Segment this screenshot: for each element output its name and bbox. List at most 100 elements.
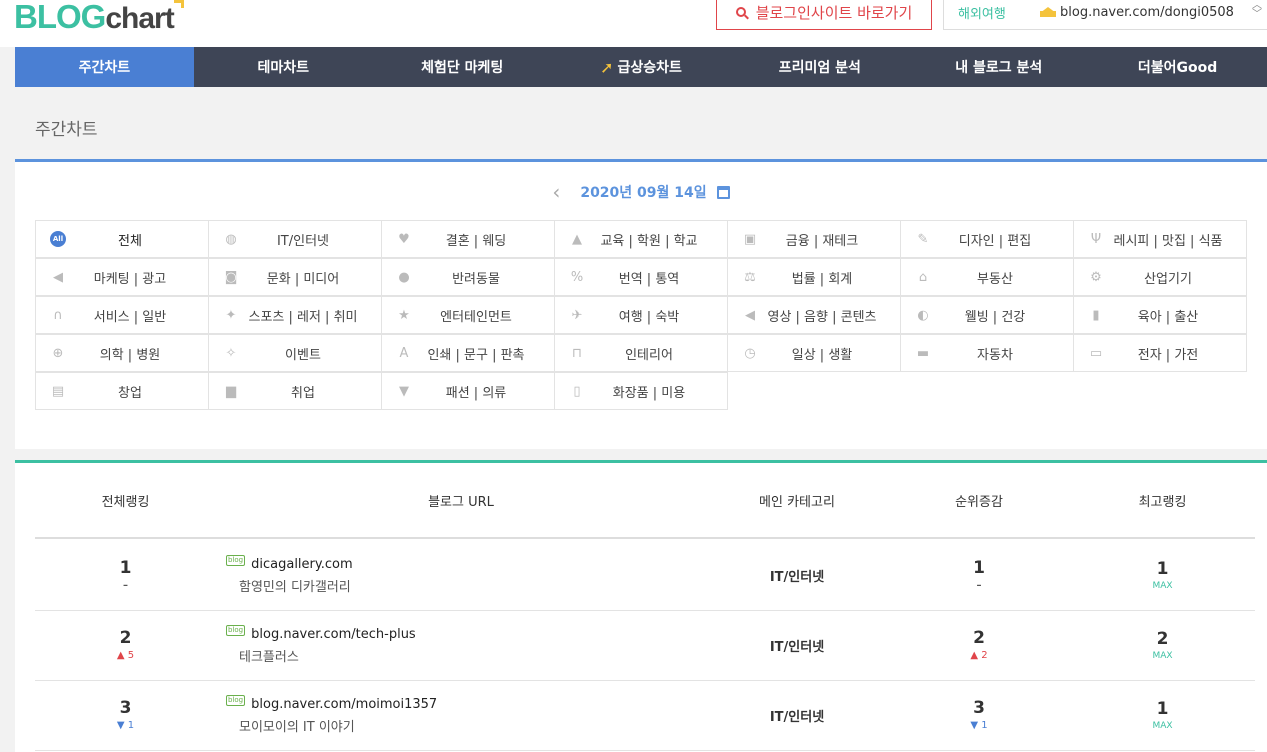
star-icon: ★ (398, 307, 410, 323)
category-item[interactable]: ▭ 전자 | 가전 (1073, 334, 1247, 372)
category-label: 자동차 (977, 347, 1013, 363)
best-rank: 1 MAX (1070, 700, 1255, 731)
category-row: ◀ 마케팅 | 광고 ◙ 문화 | 미디어 ● 반려동물% 번역 | 통역 ⚖ 법률 | 회계 ⌂… (35, 258, 1255, 296)
blog-url-link[interactable]: blog.naver.com/tech-plus (251, 627, 416, 642)
category-label: 반려동물 (452, 271, 500, 287)
heart-icon: ♥ (398, 231, 410, 247)
category-item[interactable]: ✧ 이벤트 (208, 334, 382, 372)
chevron-icon[interactable]: ︿ ﹀ (1252, 1, 1262, 20)
logo[interactable]: BLOGchart (14, 0, 184, 36)
category-label: 디자인 | 편집 (958, 233, 1032, 249)
category-item[interactable]: ♥ 결혼 | 웨딩 (381, 220, 555, 258)
category-item[interactable]: ▲ 교육 | 학원 | 학교 (554, 220, 728, 258)
nav-together-good[interactable]: 더불어Good (1088, 47, 1267, 87)
category-item[interactable]: All 전체 (35, 220, 209, 258)
table-row[interactable]: 2 ▲ 5 blog blog.naver.com/tech-plus 테크플러스… (35, 611, 1255, 681)
category-item[interactable]: ⊕ 의학 | 병원 (35, 334, 209, 372)
nav-rising-chart[interactable]: ➚ 급상승차트 (552, 47, 731, 87)
category-item[interactable]: A 인쇄 | 문구 | 판촉 (381, 334, 555, 372)
category-label: 법률 | 회계 (791, 271, 853, 287)
category-item[interactable]: ◐ 웰빙 | 건강 (900, 296, 1074, 334)
rank-change: 2 ▲ 2 (888, 629, 1070, 663)
prev-week-icon[interactable]: ‹ (552, 180, 560, 204)
user-blog-url: blog.naver.com/dongi0508 (1060, 4, 1234, 20)
category-label: 일상 | 생활 (791, 347, 853, 363)
category-item[interactable]: ⊓ 인테리어 (554, 334, 728, 372)
category-label: 서비스 | 일반 (93, 309, 167, 325)
category-label: 금융 | 재테크 (785, 233, 859, 249)
blog-url-link[interactable]: blog.naver.com/moimoi1357 (251, 697, 437, 712)
overall-rank: 2 ▲ 5 (35, 629, 216, 663)
category-item[interactable]: ▣ 금융 | 재테크 (727, 220, 901, 258)
nav-label: 주간차트 (78, 60, 131, 76)
pill-icon: ◐ (917, 307, 929, 323)
category-label: 문화 | 미디어 (266, 271, 340, 287)
headset-icon: ∩ (53, 307, 63, 323)
ranking-table: 전체랭킹 블로그 URL 메인 카테고리 순위증감 최고랭킹 1 – blog d… (15, 460, 1267, 752)
nav-theme-chart[interactable]: 테마차트 (194, 47, 373, 87)
category-item[interactable]: Ψ 레시피 | 맛집 | 식품 (1073, 220, 1247, 258)
nav-weekly-chart[interactable]: 주간차트 (15, 47, 194, 87)
scale-icon: ⚖ (744, 269, 756, 285)
calendar-icon[interactable] (716, 185, 730, 199)
category-item[interactable]: ✎ 디자인 | 편집 (900, 220, 1074, 258)
category-item[interactable]: ● 반려동물 (381, 258, 555, 296)
category-item[interactable]: ◀ 마케팅 | 광고 (35, 258, 209, 296)
graduation-cap-icon: ▲ (572, 231, 582, 247)
main-category: IT/인터넷 (769, 640, 825, 655)
category-item[interactable]: ◍ IT/인터넷 (208, 220, 382, 258)
nav-label: 프리미엄 분석 (778, 60, 861, 76)
nav-premium-analysis[interactable]: 프리미엄 분석 (730, 47, 909, 87)
category-item[interactable]: ◀ 영상 | 음향 | 콘텐츠 (727, 296, 901, 334)
category-label: 육아 | 출산 (1137, 309, 1199, 325)
logo-chart: chart (105, 2, 174, 35)
category-item[interactable]: ∩ 서비스 | 일반 (35, 296, 209, 334)
category-item[interactable]: ◙ 문화 | 미디어 (208, 258, 382, 296)
category-item[interactable]: ★ 엔터테인먼트 (381, 296, 555, 334)
blog-name: 모이모이의 IT 이야기 (239, 719, 355, 735)
category-label: 레시피 | 맛집 | 식품 (1113, 233, 1223, 249)
monitor-icon: ▭ (1089, 345, 1103, 361)
category-item[interactable]: ▼ 패션 | 의류 (381, 372, 555, 410)
main-nav: 주간차트 테마차트 체험단 마케팅 ➚ 급상승차트 프리미엄 분석 내 블로그 분… (15, 47, 1267, 87)
table-row[interactable]: 3 ▼ 1 blog blog.naver.com/moimoi1357 모이모이… (35, 681, 1255, 751)
crown-icon (1040, 7, 1056, 17)
category-item[interactable]: ▆ 취업 (208, 372, 382, 410)
blog-insite-button[interactable]: 블로그인사이트 바로가기 (716, 0, 932, 30)
category-item[interactable]: ◷ 일상 | 생활 (727, 334, 901, 372)
category-item[interactable]: ✦ 스포츠 | 레저 | 취미 (208, 296, 382, 334)
category-item[interactable]: ▬ 자동차 (900, 334, 1074, 372)
category-item[interactable]: ⌂ 부동산 (900, 258, 1074, 296)
nav-experience-marketing[interactable]: 체험단 마케팅 (373, 47, 552, 87)
blog-url-link[interactable]: dicagallery.com (251, 557, 353, 572)
nav-label: 체험단 마케팅 (421, 60, 504, 76)
megaphone-icon: ◀ (53, 269, 63, 285)
category-row: ▤ 창업 ▆ 취업 ▼ 패션 | 의류 ▯ 화장품 | 미용 (35, 372, 1255, 410)
category-label: 번역 | 통역 (618, 271, 680, 287)
gear-icon: ⚙ (1090, 269, 1102, 285)
best-number: 1 (1156, 559, 1169, 579)
house-icon: ⌂ (918, 269, 928, 285)
category-label: 교육 | 학원 | 학교 (600, 233, 698, 249)
nav-my-blog-analysis[interactable]: 내 블로그 분석 (909, 47, 1088, 87)
nav-label: 테마차트 (257, 60, 310, 76)
blog-info: blog blog.naver.com/tech-plus 테크플러스 (216, 624, 706, 665)
category-label: 전체 (118, 233, 142, 249)
logo-blog: BLOG (14, 0, 106, 35)
logo-spark-icon (173, 0, 184, 8)
table-header: 전체랭킹 블로그 URL 메인 카테고리 순위증감 최고랭킹 (35, 463, 1255, 539)
category-item[interactable]: ▤ 창업 (35, 372, 209, 410)
category-row: ∩ 서비스 | 일반 ✦ 스포츠 | 레저 | 취미 ★ 엔터테인먼트 ✈ 여행 | 숙박 ◀ 영… (35, 296, 1255, 334)
category-label: 취업 (291, 385, 315, 401)
user-selector[interactable]: 해외여행 blog.naver.com/dongi0508 ︿ ﹀ (943, 0, 1267, 30)
category-item[interactable]: ▯ 화장품 | 미용 (554, 372, 728, 410)
category-label: 이벤트 (285, 347, 321, 363)
category-label: IT/인터넷 (276, 233, 330, 249)
category-item[interactable]: ▮ 육아 | 출산 (1073, 296, 1247, 334)
category-item[interactable]: ⚙ 산업기기 (1073, 258, 1247, 296)
table-row[interactable]: 1 – blog dicagallery.com 함영민의 디카갤러리 IT/인터… (35, 541, 1255, 611)
category-item[interactable]: % 번역 | 통역 (554, 258, 728, 296)
category-label: 창업 (118, 385, 142, 401)
category-item[interactable]: ✈ 여행 | 숙박 (554, 296, 728, 334)
category-item[interactable]: ⚖ 법률 | 회계 (727, 258, 901, 296)
